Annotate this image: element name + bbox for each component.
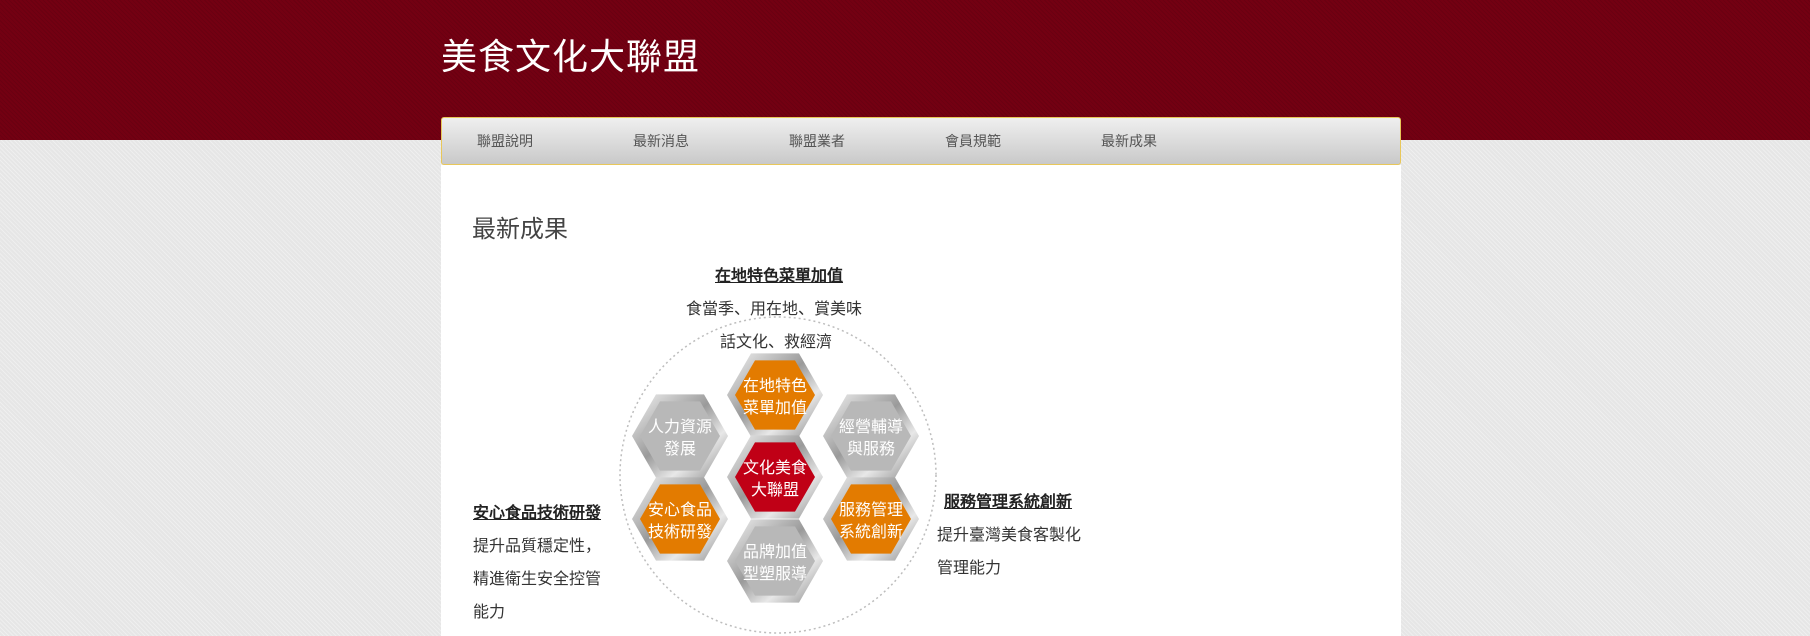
- annotation-left-heading: 安心食品技術研發: [473, 503, 602, 522]
- hex-brand-value: 品牌加值型塑服導: [727, 519, 823, 603]
- hex-label: 技術研發: [648, 522, 712, 541]
- hex-business-coaching: 經營輔導與服務: [823, 394, 919, 478]
- hex-label: 經營輔導: [839, 417, 903, 436]
- annotation-left-line: 能力: [473, 602, 506, 621]
- hex-label: 在地特色: [743, 376, 807, 395]
- hex-label: 型塑服導: [743, 564, 807, 583]
- hex-label: 人力資源: [648, 417, 712, 436]
- hex-human-resources: 人力資源發展: [632, 394, 728, 478]
- hex-local-menu: 在地特色菜單加值: [727, 353, 823, 437]
- hex-label: 與服務: [847, 439, 895, 458]
- annotation-right-line: 管理能力: [937, 558, 1002, 577]
- nav-item-members[interactable]: 聯盟業者: [789, 131, 945, 151]
- nav-item-rules[interactable]: 會員規範: [945, 131, 1101, 151]
- annotation-top-heading: 在地特色菜單加值: [715, 266, 844, 285]
- hex-label: 大聯盟: [751, 480, 799, 499]
- annotation-top-line: 話文化、救經濟: [720, 332, 833, 351]
- annotation-left-line: 提升品質穩定性，: [473, 536, 602, 555]
- nav-item-about[interactable]: 聯盟說明: [477, 131, 633, 151]
- annotation-left-line: 精進衛生安全控管: [473, 569, 602, 588]
- hex-label: 服務管理: [839, 500, 903, 519]
- hex-label: 品牌加值: [743, 542, 807, 561]
- hex-food-tech: 安心食品技術研發: [632, 477, 728, 561]
- hex-label: 安心食品: [648, 500, 712, 519]
- hex-label: 文化美食: [743, 458, 807, 477]
- hex-label: 菜單加值: [743, 398, 807, 417]
- site-title[interactable]: 美食文化大聯盟: [441, 28, 700, 80]
- annotation-right-heading: 服務管理系統創新: [944, 492, 1073, 511]
- nav-item-results[interactable]: 最新成果: [1101, 131, 1257, 151]
- annotation-right-line: 提升臺灣美食客製化: [937, 525, 1082, 544]
- content-panel: 最新成果 在地特色 菜單加值 人力資源 發展 經營輔導 與服務 文化美食 大聯盟 安心食品 技術研…: [441, 165, 1401, 636]
- annotation-top-line: 食當季、用在地、賞美味: [686, 299, 863, 318]
- nav-item-news[interactable]: 最新消息: [633, 131, 789, 151]
- hex-label: 系統創新: [839, 522, 903, 541]
- hex-service-system: 服務管理系統創新: [823, 477, 919, 561]
- hex-label: 發展: [664, 439, 696, 458]
- main-nav: 聯盟說明 最新消息 聯盟業者 會員規範 最新成果: [441, 117, 1401, 165]
- hex-culture-alliance: 文化美食大聯盟: [727, 435, 823, 519]
